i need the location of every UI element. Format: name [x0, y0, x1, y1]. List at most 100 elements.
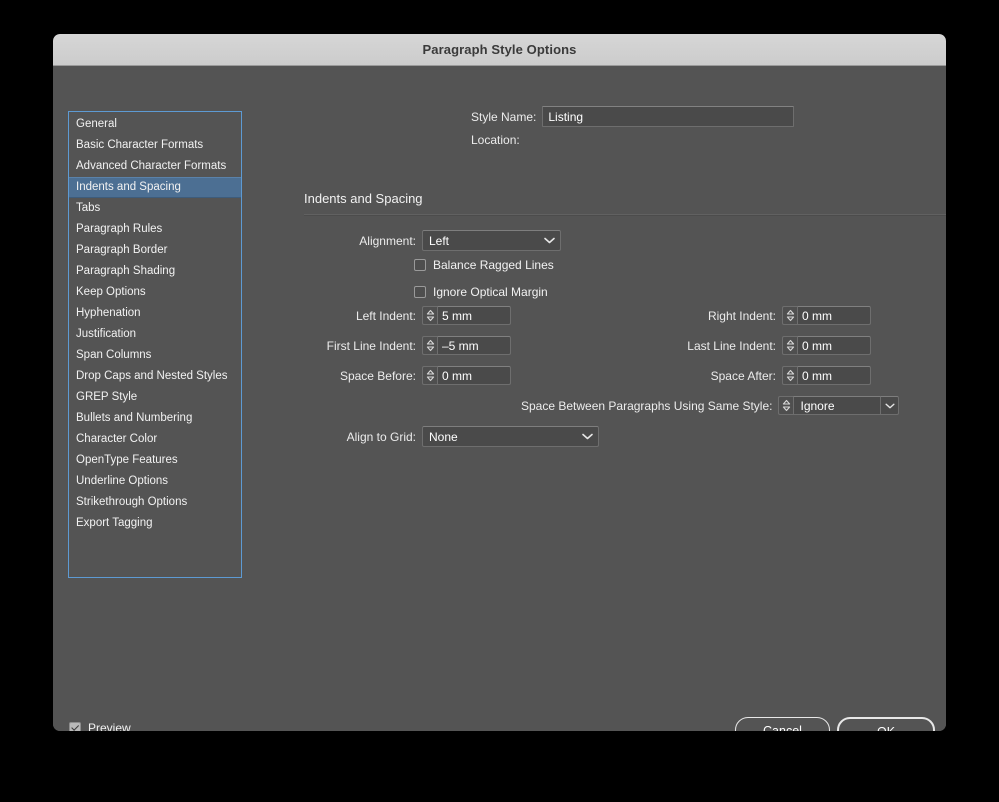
section-divider	[304, 214, 946, 216]
sidebar-item-indents-and-spacing[interactable]: Indents and Spacing	[69, 177, 241, 198]
space-before-stepper[interactable]	[422, 366, 437, 385]
left-indent-input[interactable]	[437, 306, 511, 325]
sidebar-item-paragraph-shading[interactable]: Paragraph Shading	[69, 261, 241, 282]
sidebar-item-grep-style[interactable]: GREP Style	[69, 387, 241, 408]
sidebar-item-label: OpenType Features	[76, 454, 178, 466]
sidebar-item-label: Paragraph Shading	[76, 265, 175, 277]
style-name-input[interactable]	[542, 106, 794, 127]
space-after-row: Space After:	[661, 366, 871, 385]
sidebar-item-label: Bullets and Numbering	[76, 412, 192, 424]
sidebar-item-label: Hyphenation	[76, 307, 141, 319]
first-line-indent-label: First Line Indent:	[304, 339, 416, 353]
sidebar-item-label: General	[76, 118, 117, 130]
balance-ragged-lines-label: Balance Ragged Lines	[433, 258, 554, 272]
alignment-value: Left	[423, 234, 541, 248]
right-indent-stepper[interactable]	[782, 306, 797, 325]
align-to-grid-row: Align to Grid: None	[304, 426, 599, 447]
sidebar-item-export-tagging[interactable]: Export Tagging	[69, 513, 241, 534]
preview-row[interactable]: Preview	[69, 721, 131, 731]
chevron-down-icon	[882, 403, 898, 409]
space-after-input[interactable]	[797, 366, 871, 385]
space-between-same-style-dropdown-button[interactable]	[881, 396, 899, 415]
sidebar-item-general[interactable]: General	[69, 114, 241, 135]
space-between-same-style-value: Ignore	[794, 399, 880, 413]
style-category-list[interactable]: General Basic Character Formats Advanced C…	[68, 111, 242, 578]
sidebar-item-bullets-and-numbering[interactable]: Bullets and Numbering	[69, 408, 241, 429]
alignment-row: Alignment: Left	[304, 230, 561, 251]
sidebar-item-basic-character-formats[interactable]: Basic Character Formats	[69, 135, 241, 156]
dialog-body: General Basic Character Formats Advanced C…	[53, 66, 946, 731]
sidebar-item-label: Character Color	[76, 433, 157, 445]
sidebar-item-label: Basic Character Formats	[76, 139, 203, 151]
sidebar-item-label: Underline Options	[76, 475, 168, 487]
space-before-input[interactable]	[437, 366, 511, 385]
right-indent-row: Right Indent:	[661, 306, 871, 325]
cancel-button[interactable]: Cancel	[735, 717, 830, 731]
sidebar-item-label: Keep Options	[76, 286, 146, 298]
space-after-label: Space After:	[661, 369, 776, 383]
left-indent-row: Left Indent:	[304, 306, 511, 325]
sidebar-item-label: Advanced Character Formats	[76, 160, 226, 172]
ignore-optical-margin-checkbox[interactable]	[414, 286, 426, 298]
dialog-title-bar[interactable]: Paragraph Style Options	[53, 34, 946, 66]
preview-label: Preview	[88, 721, 131, 731]
sidebar-item-justification[interactable]: Justification	[69, 324, 241, 345]
last-line-indent-stepper[interactable]	[782, 336, 797, 355]
space-between-same-style-stepper[interactable]	[778, 396, 793, 415]
align-to-grid-label: Align to Grid:	[304, 430, 416, 444]
last-line-indent-row: Last Line Indent:	[661, 336, 871, 355]
sidebar-item-label: Paragraph Border	[76, 244, 167, 256]
align-to-grid-select[interactable]: None	[422, 426, 599, 447]
sidebar-item-label: Tabs	[76, 202, 100, 214]
sidebar-item-strikethrough-options[interactable]: Strikethrough Options	[69, 492, 241, 513]
sidebar-item-label: Indents and Spacing	[76, 181, 181, 193]
space-before-row: Space Before:	[304, 366, 511, 385]
alignment-select[interactable]: Left	[422, 230, 561, 251]
sidebar-item-drop-caps-and-nested-styles[interactable]: Drop Caps and Nested Styles	[69, 366, 241, 387]
sidebar-item-label: Justification	[76, 328, 136, 340]
sidebar-item-span-columns[interactable]: Span Columns	[69, 345, 241, 366]
last-line-indent-input[interactable]	[797, 336, 871, 355]
sidebar-item-label: Paragraph Rules	[76, 223, 162, 235]
sidebar-item-label: Drop Caps and Nested Styles	[76, 370, 228, 382]
sidebar-item-character-color[interactable]: Character Color	[69, 429, 241, 450]
balance-ragged-lines-row[interactable]: Balance Ragged Lines	[414, 258, 554, 272]
sidebar-item-opentype-features[interactable]: OpenType Features	[69, 450, 241, 471]
section-heading: Indents and Spacing	[304, 191, 423, 206]
sidebar-item-hyphenation[interactable]: Hyphenation	[69, 303, 241, 324]
space-after-stepper[interactable]	[782, 366, 797, 385]
ignore-optical-margin-row[interactable]: Ignore Optical Margin	[414, 285, 548, 299]
align-to-grid-value: None	[423, 430, 579, 444]
location-label: Location:	[471, 133, 520, 147]
first-line-indent-stepper[interactable]	[422, 336, 437, 355]
first-line-indent-row: First Line Indent:	[304, 336, 511, 355]
sidebar-item-label: GREP Style	[76, 391, 137, 403]
sidebar-item-label: Strikethrough Options	[76, 496, 187, 508]
ignore-optical-margin-label: Ignore Optical Margin	[433, 285, 548, 299]
last-line-indent-label: Last Line Indent:	[661, 339, 776, 353]
dialog-title: Paragraph Style Options	[422, 42, 576, 57]
sidebar-item-advanced-character-formats[interactable]: Advanced Character Formats	[69, 156, 241, 177]
preview-checkbox[interactable]	[69, 722, 81, 731]
sidebar-item-keep-options[interactable]: Keep Options	[69, 282, 241, 303]
alignment-label: Alignment:	[304, 234, 416, 248]
sidebar-item-underline-options[interactable]: Underline Options	[69, 471, 241, 492]
chevron-down-icon	[579, 433, 595, 440]
sidebar-item-label: Span Columns	[76, 349, 151, 361]
sidebar-item-tabs[interactable]: Tabs	[69, 198, 241, 219]
space-between-same-style-row: Space Between Paragraphs Using Same Styl…	[521, 396, 899, 415]
space-before-label: Space Before:	[304, 369, 416, 383]
sidebar-item-label: Export Tagging	[76, 517, 153, 529]
space-between-same-style-label: Space Between Paragraphs Using Same Styl…	[521, 399, 772, 413]
left-indent-label: Left Indent:	[304, 309, 416, 323]
location-row: Location:	[471, 133, 532, 147]
right-indent-input[interactable]	[797, 306, 871, 325]
sidebar-item-paragraph-rules[interactable]: Paragraph Rules	[69, 219, 241, 240]
style-name-label: Style Name:	[471, 110, 536, 124]
left-indent-stepper[interactable]	[422, 306, 437, 325]
ok-button[interactable]: OK	[837, 717, 935, 731]
space-between-same-style-select[interactable]: Ignore	[793, 396, 881, 415]
sidebar-item-paragraph-border[interactable]: Paragraph Border	[69, 240, 241, 261]
first-line-indent-input[interactable]	[437, 336, 511, 355]
balance-ragged-lines-checkbox[interactable]	[414, 259, 426, 271]
